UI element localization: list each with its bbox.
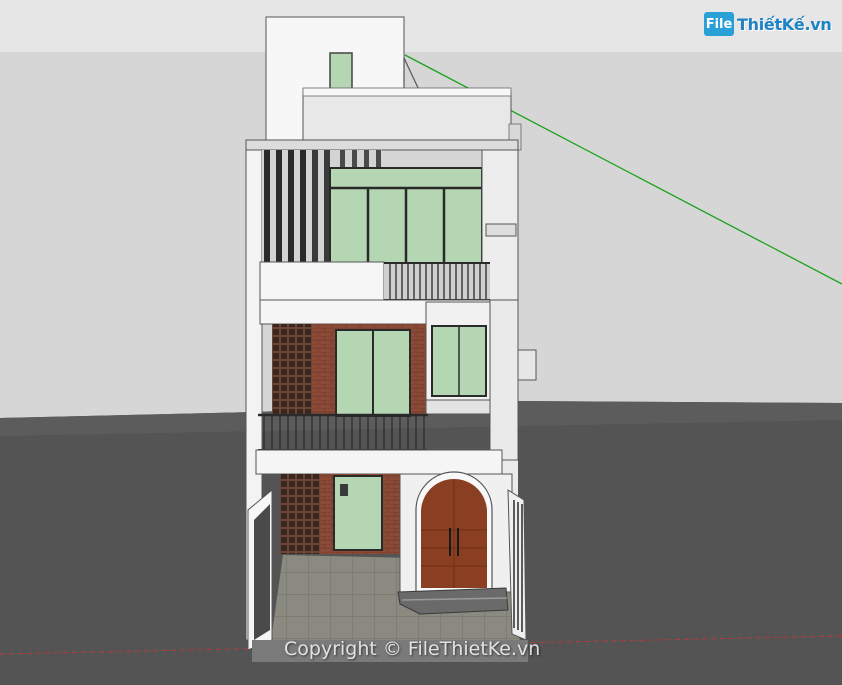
right-wall-second-floor [489,299,519,461]
third-floor-balcony-slab [259,261,385,303]
logo-mark: File [704,12,734,36]
third-floor-railing [384,262,490,302]
third-floor-slab-top [245,139,519,151]
ground-floor-lattice [280,474,320,554]
entrance-steps [397,587,509,615]
planter-box [425,399,495,415]
filethietke-logo: File ThiếtKế.vn [704,12,832,36]
building-3d-model [0,0,842,685]
roof-parapet-top [302,87,512,97]
roof-parapet [302,91,512,143]
wall-downpipe-box [485,223,517,237]
left-gate [254,504,270,640]
logo-text: ThiếtKế.vn [737,14,832,34]
side-ac-unit [515,349,537,381]
second-floor-lattice [272,324,312,416]
copyright-watermark: Copyright © FileThietKe.vn [284,638,541,660]
roof-door [329,52,353,94]
second-floor-slab [255,449,503,475]
wall-lamp [340,484,348,496]
